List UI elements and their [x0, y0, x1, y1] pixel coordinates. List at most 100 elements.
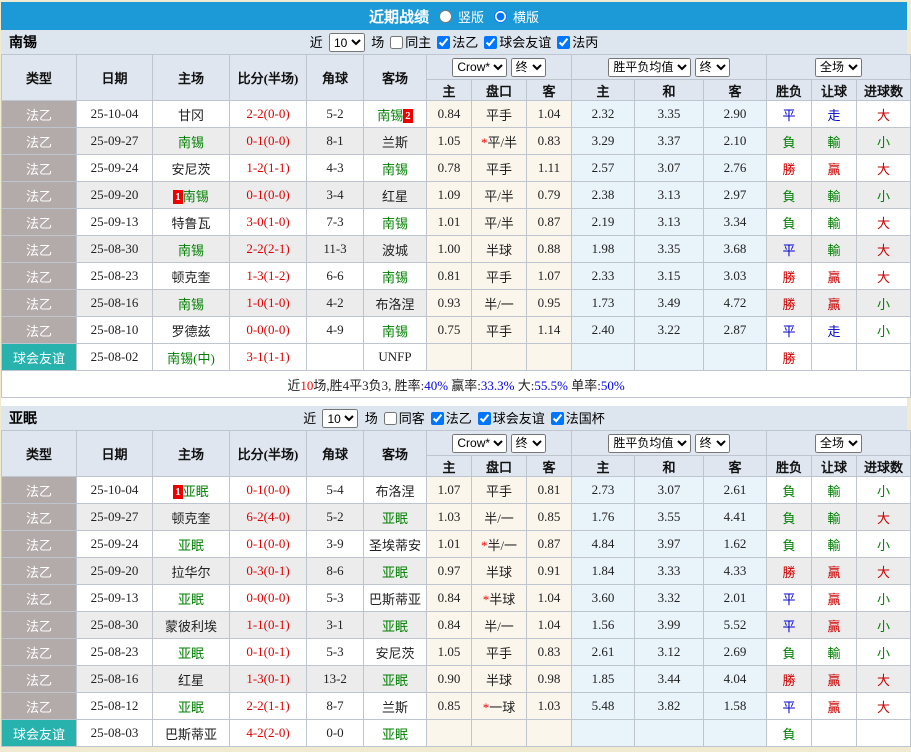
vertical-layout-label[interactable]: 竖版	[458, 7, 484, 26]
match-date-cell: 25-10-04	[76, 100, 153, 128]
team-name: 南锡	[9, 36, 37, 51]
table-row: 球会友谊 25-08-03 巴斯蒂亚 4-2(2-0) 0-0 亚眠 負	[1, 719, 911, 747]
filter-checkbox-1[interactable]	[430, 411, 444, 425]
star-marker: *	[482, 591, 490, 607]
card-badge: 1	[173, 484, 183, 499]
filter-checkbox-1[interactable]	[437, 35, 451, 49]
team-label: 亚眠	[177, 699, 204, 715]
odds-final-select[interactable]: 终	[510, 433, 546, 453]
scope-select[interactable]: 全场	[815, 57, 863, 77]
home-team: 南锡	[178, 135, 204, 150]
horizontal-layout-label[interactable]: 横版	[513, 7, 539, 26]
odds-away-cell: 0.95	[525, 289, 573, 317]
corners-cell: 3-1	[306, 611, 364, 639]
away-team-cell: 亚眠	[363, 503, 427, 531]
handicap-cell: *半球	[471, 584, 527, 612]
handicap-cell: 平手	[471, 154, 527, 182]
recent-count-select[interactable]: 10	[322, 409, 359, 429]
avg-draw-cell: 3.07	[634, 476, 705, 504]
avg-away-cell: 2.87	[703, 316, 768, 344]
match-type-cell: 法乙	[1, 638, 77, 666]
handicap-cell	[471, 719, 527, 747]
odds-group-header: Crow* 终	[425, 430, 573, 456]
section-header: 亚眠 近 10 场同客 法乙 球会友谊 法国杯	[1, 406, 907, 430]
avg-select[interactable]: 胜平负均值	[608, 57, 692, 77]
away-team-cell: 布洛涅	[363, 289, 427, 317]
match-type-cell: 法乙	[1, 262, 77, 290]
odds-away-cell: 0.87	[525, 530, 573, 558]
avg-select[interactable]: 胜平负均值	[608, 433, 692, 453]
page-title: 近期战绩	[368, 9, 429, 26]
table-row: 法乙 25-09-20 1 南锡 0-1(0-0) 3-4 红星 1.09 平/半 0.79 2.3…	[1, 181, 911, 209]
result-cell: 勝	[766, 557, 813, 585]
avg-final-select[interactable]: 终	[694, 57, 730, 77]
recent-count-select[interactable]: 10	[328, 33, 365, 53]
avg-home-cell: 1.84	[571, 557, 636, 585]
score-cell: 0-1(0-0)	[229, 476, 307, 504]
odds-company-select[interactable]: Crow*	[452, 433, 508, 453]
sub-header-odds-away: 客	[525, 455, 573, 477]
odds-final-select[interactable]: 终	[510, 57, 546, 77]
match-date-cell: 25-09-13	[76, 208, 153, 236]
summary-part: 40%	[424, 377, 449, 393]
avg-home-cell: 2.73	[571, 476, 636, 504]
avg-away-cell: 4.41	[703, 503, 768, 531]
result-cell: 負	[766, 208, 813, 236]
handicap-result-cell: 贏	[811, 289, 858, 317]
corners-cell: 8-1	[306, 127, 364, 155]
odds-away-cell: 0.83	[525, 638, 573, 666]
away-team: 亚眠	[382, 673, 408, 688]
col-header-score: 比分(半场)	[229, 54, 307, 101]
scope-select[interactable]: 全场	[815, 433, 863, 453]
filter-checkbox-0[interactable]	[390, 35, 404, 49]
goals-result-cell: 小	[856, 181, 911, 209]
match-type-cell: 法乙	[1, 208, 77, 236]
result-cell: 勝	[766, 262, 813, 290]
away-team-cell: 亚眠	[363, 557, 427, 585]
avg-final-select[interactable]: 终	[694, 433, 730, 453]
home-team-cell: 亚眠	[152, 584, 230, 612]
odds-away-cell: 0.81	[525, 476, 573, 504]
sub-header-handicap: 盘口	[471, 455, 527, 477]
team-section-nancy: 南锡 近 10 场同主 法乙 球会友谊 法丙 类型 日期 主场 比分(半场) 角球 客…	[0, 30, 911, 398]
match-type-cell: 法乙	[1, 530, 77, 558]
goals-result-cell: 大	[856, 692, 911, 720]
home-team: 特鲁瓦	[171, 216, 210, 231]
avg-draw-cell: 3.12	[634, 638, 705, 666]
avg-draw-cell: 3.13	[634, 181, 705, 209]
odds-home-cell: 1.05	[426, 638, 472, 666]
filter-checkbox-3[interactable]	[550, 411, 564, 425]
star-marker: *	[480, 537, 488, 553]
avg-away-cell: 3.68	[703, 235, 768, 263]
away-team: 亚眠	[382, 511, 408, 526]
home-team-cell: 1 亚眠	[152, 476, 230, 504]
horizontal-layout-radio[interactable]	[494, 9, 507, 23]
result-cell: 負	[766, 503, 813, 531]
home-team-cell: 南锡	[152, 289, 230, 317]
result-cell: 負	[766, 127, 813, 155]
match-date-cell: 25-08-02	[76, 343, 153, 371]
match-type-cell: 法乙	[1, 154, 77, 182]
filter-checkbox-3[interactable]	[557, 35, 571, 49]
col-header-home: 主场	[152, 430, 230, 477]
handicap-result-cell: 輸	[811, 208, 858, 236]
vertical-layout-radio[interactable]	[438, 9, 452, 23]
result-cell: 負	[766, 530, 813, 558]
score-cell: 1-3(1-2)	[229, 262, 307, 290]
sub-header-result: 胜负	[766, 455, 813, 477]
summary-part: 10	[300, 377, 314, 393]
handicap-result-cell: 輸	[811, 476, 858, 504]
goals-result-cell: 大	[856, 503, 911, 531]
table-row: 法乙 25-09-24 安尼茨 1-2(1-1) 4-3 南锡 0.78 平手 1.11 2.57…	[1, 154, 911, 182]
results-body: 法乙 25-10-04 甘冈 2-2(0-0) 5-2 南锡 2 0.84 平手 1.04 2.32…	[0, 100, 911, 398]
filter-checkbox-2[interactable]	[484, 35, 498, 49]
table-row: 法乙 25-09-20 拉华尔 0-3(0-1) 8-6 亚眠 0.97 半球 0.91 1.84…	[1, 557, 911, 585]
odds-company-select[interactable]: Crow*	[452, 57, 508, 77]
filter-checkbox-0[interactable]	[383, 411, 397, 425]
corners-cell: 5-3	[306, 638, 364, 666]
filter-label-1: 法乙	[452, 34, 479, 50]
avg-home-cell: 2.40	[571, 316, 636, 344]
team-label: 亚眠	[381, 726, 408, 742]
away-team-cell: 南锡	[363, 262, 427, 290]
filter-checkbox-2[interactable]	[477, 411, 491, 425]
